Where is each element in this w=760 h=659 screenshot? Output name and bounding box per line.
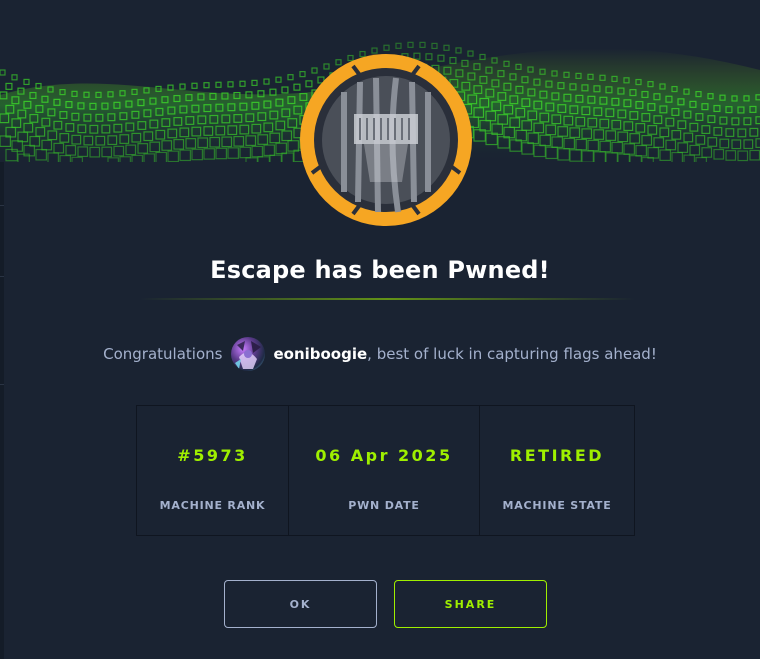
stats-panel: #5973 MACHINE RANK 06 Apr 2025 PWN DATE … (136, 405, 635, 536)
stat-machine-rank: #5973 MACHINE RANK (137, 406, 289, 535)
stat-label: MACHINE RANK (159, 499, 266, 512)
stat-pwn-date: 06 Apr 2025 PWN DATE (289, 406, 480, 535)
ok-button[interactable]: OK (224, 580, 377, 628)
stat-value: RETIRED (509, 446, 605, 465)
title-divider (140, 298, 635, 300)
congrats-message: Congratulations eoniboogie , best of luc… (0, 336, 760, 372)
stat-value: 06 Apr 2025 (315, 446, 453, 465)
stat-value: #5973 (177, 446, 248, 465)
stat-label: PWN DATE (348, 499, 420, 512)
congrats-suffix: , best of luck in capturing flags ahead! (367, 345, 657, 363)
stat-machine-state: RETIRED MACHINE STATE (480, 406, 634, 535)
stat-label: MACHINE STATE (502, 499, 612, 512)
congrats-prefix: Congratulations (103, 345, 223, 363)
username: eoniboogie (273, 345, 368, 363)
machine-badge-icon (300, 54, 472, 226)
user-avatar (231, 337, 266, 371)
modal-title: Escape has been Pwned! (210, 256, 550, 284)
share-button[interactable]: SHARE (394, 580, 547, 628)
